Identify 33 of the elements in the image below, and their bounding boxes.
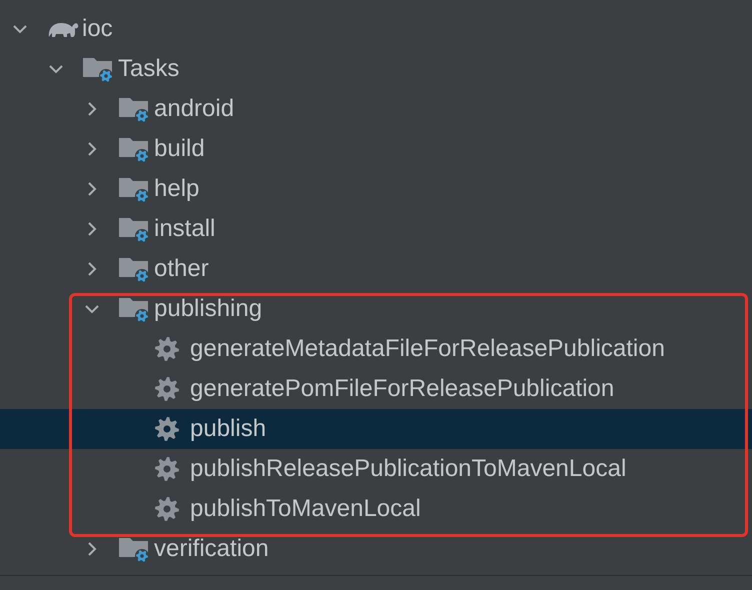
tree-item-label: verification: [154, 535, 269, 563]
tree-item[interactable]: publishing: [0, 289, 752, 329]
tree-item[interactable]: build: [0, 129, 752, 169]
tree-item[interactable]: generateMetadataFileForReleasePublication: [0, 329, 752, 369]
tree-item[interactable]: Tasks: [0, 49, 752, 89]
tree-item-label: generateMetadataFileForReleasePublication: [190, 335, 665, 363]
gear-icon: [154, 496, 180, 522]
tree-item[interactable]: publishToMavenLocal: [0, 489, 752, 529]
tree-item[interactable]: android: [0, 89, 752, 129]
tree-item-label: Tasks: [118, 55, 180, 83]
tree-item[interactable]: help: [0, 169, 752, 209]
tree-item[interactable]: install: [0, 209, 752, 249]
tree-item-label: publishReleasePublicationToMavenLocal: [190, 455, 626, 483]
tree-item[interactable]: verification: [0, 529, 752, 569]
tree-item-label: help: [154, 175, 200, 203]
tree-item[interactable]: ioc: [0, 9, 752, 49]
tree-item[interactable]: other: [0, 249, 752, 289]
tree-item-label: build: [154, 135, 205, 163]
tree-item-label: publishing: [154, 295, 262, 323]
tree-item[interactable]: generatePomFileForReleasePublication: [0, 369, 752, 409]
tree-item-label: generatePomFileForReleasePublication: [190, 375, 614, 403]
tree-item-label: other: [154, 255, 209, 283]
tree-item-label: ioc: [82, 15, 113, 43]
gear-icon: [154, 456, 180, 482]
tree-item-label: publishToMavenLocal: [190, 495, 421, 523]
gear-icon: [154, 376, 180, 402]
tree-item-label: android: [154, 95, 234, 123]
gear-icon: [154, 336, 180, 362]
tree-item-label: publish: [190, 415, 266, 443]
gear-icon: [154, 416, 180, 442]
tree-item[interactable]: publish: [0, 409, 752, 449]
tree-item[interactable]: publishReleasePublicationToMavenLocal: [0, 449, 752, 489]
tree-item-label: install: [154, 215, 216, 243]
